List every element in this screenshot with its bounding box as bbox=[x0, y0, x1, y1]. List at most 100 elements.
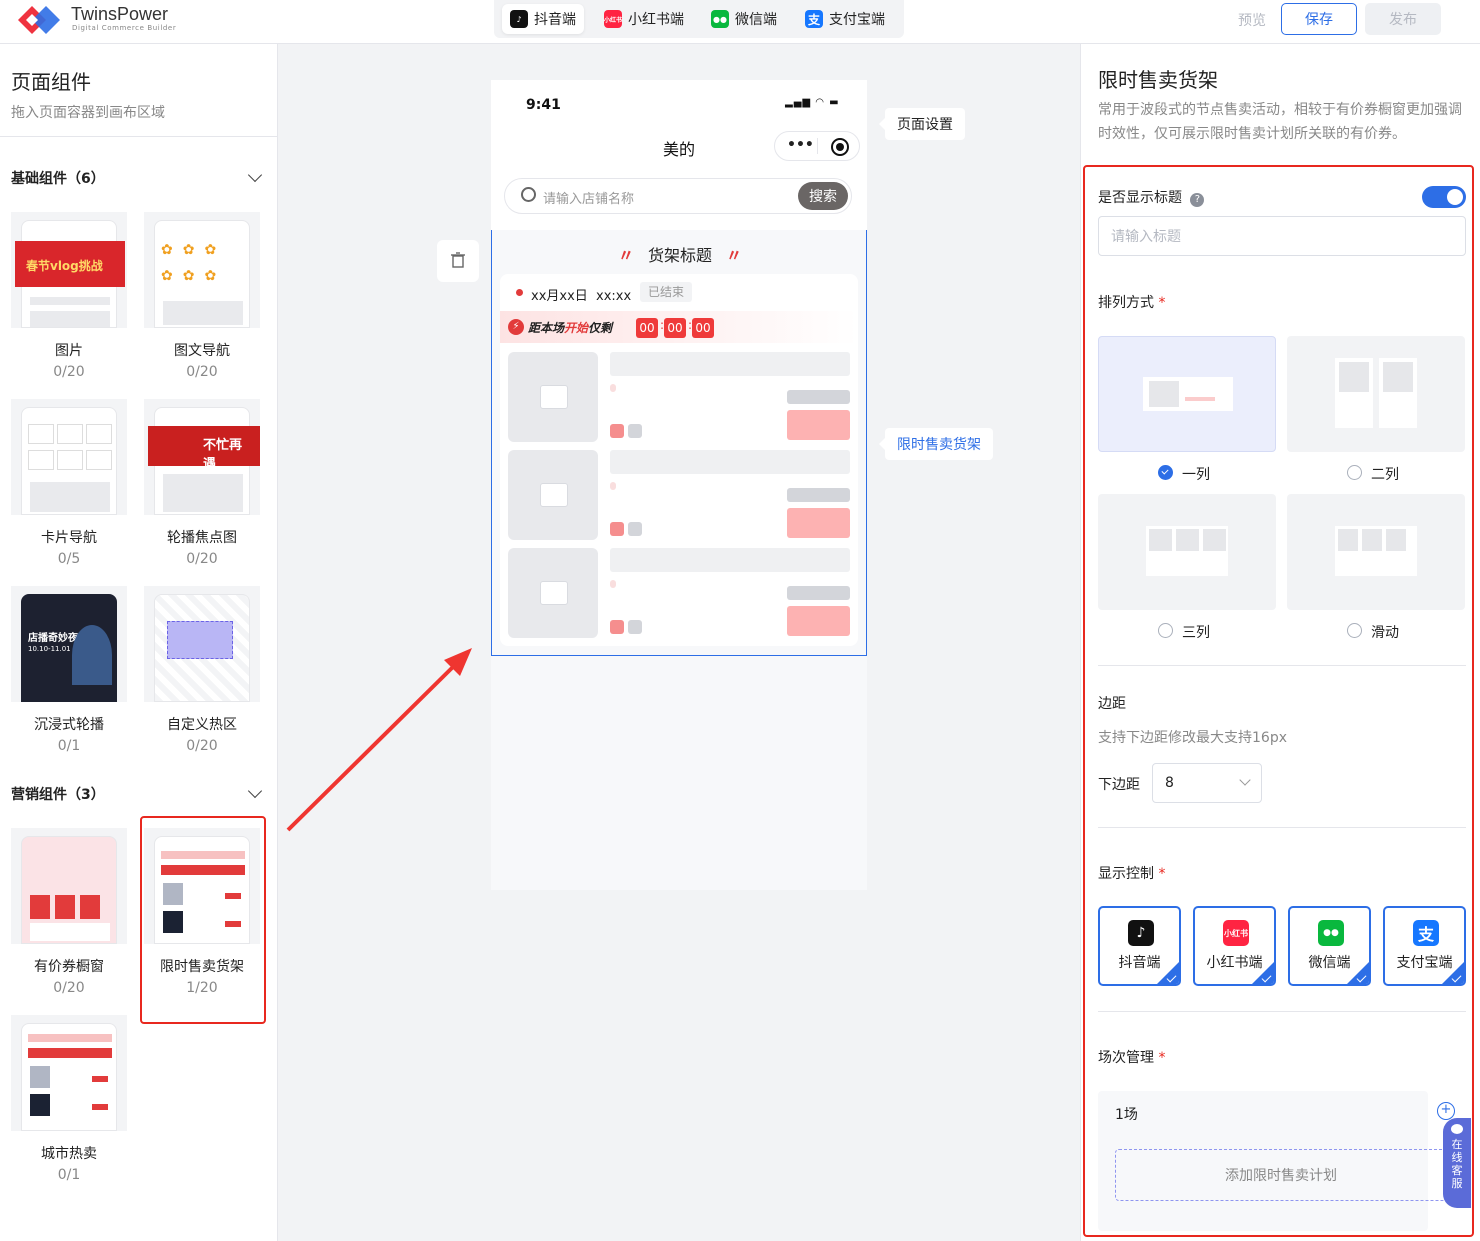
bottom-margin-label: 下边距 bbox=[1098, 777, 1140, 793]
nav-icons-graphic: ✿✿✿ ✿✿✿ bbox=[161, 242, 227, 284]
twinspower-logo-icon bbox=[18, 6, 60, 34]
countdown-bar: ⚡ 距本场开始仅剩 00 : 00 : 00 bbox=[500, 311, 858, 343]
placeholder-bar bbox=[163, 301, 243, 325]
xiaohongshu-icon: 小红书 bbox=[604, 10, 622, 28]
tab-label: 小红书端 bbox=[628, 12, 684, 28]
tab-alipay[interactable]: 支 支付宝端 bbox=[797, 4, 893, 34]
card-graphic bbox=[28, 424, 54, 444]
panel-title: 页面组件 bbox=[11, 70, 91, 94]
layout-option-one-column[interactable] bbox=[1098, 336, 1276, 452]
close-target-icon[interactable] bbox=[831, 138, 849, 156]
thumb-phone-frame bbox=[21, 836, 117, 944]
component-card-immersive[interactable]: 店播奇妙夜 10.10-11.01 bbox=[11, 586, 127, 702]
component-card-card-nav[interactable] bbox=[11, 399, 127, 515]
placeholder-bar bbox=[30, 923, 110, 941]
countdown-seconds: 00 bbox=[692, 318, 714, 338]
help-icon[interactable]: ? bbox=[1190, 193, 1205, 207]
title-input[interactable] bbox=[1098, 216, 1466, 256]
show-title-toggle[interactable] bbox=[1422, 186, 1466, 208]
flash-sale-shelf[interactable]: 〃货架标题〃 xx月xx日 xx:xx 已结束 ⚡ 距本场开始仅剩 00 : 0… bbox=[491, 230, 867, 656]
search-button[interactable]: 搜索 bbox=[798, 182, 848, 210]
delete-component-button[interactable] bbox=[437, 240, 479, 282]
bottom-margin-select[interactable]: 8 bbox=[1152, 763, 1262, 803]
display-control-label: 显示控制 * bbox=[1098, 863, 1165, 883]
tag-placeholder bbox=[610, 482, 616, 490]
chevron-down-icon bbox=[1239, 774, 1251, 786]
online-service-button[interactable]: 在线客服 bbox=[1443, 1118, 1471, 1208]
component-count: 0/1 bbox=[57, 738, 81, 754]
city-graphic bbox=[28, 1034, 112, 1042]
add-session-icon[interactable]: + bbox=[1437, 1102, 1455, 1120]
tag-placeholder bbox=[610, 620, 624, 634]
mini-program-capsule[interactable]: ••• bbox=[774, 131, 860, 161]
lightning-icon: ⚡ bbox=[508, 319, 524, 335]
shelf-title: 货架标题 bbox=[647, 246, 712, 265]
wechat-icon: ●● bbox=[711, 10, 729, 28]
tag-placeholder bbox=[610, 580, 616, 588]
publish-button[interactable]: 发布 bbox=[1365, 3, 1441, 35]
required-mark: * bbox=[1158, 295, 1166, 311]
shop-search-bar[interactable]: 请输入店铺名称 搜索 bbox=[504, 178, 852, 214]
immersive-title: 店播奇妙夜 bbox=[28, 633, 78, 644]
price-placeholder bbox=[787, 488, 850, 502]
buy-button-placeholder bbox=[787, 508, 850, 538]
layout-graphic bbox=[1362, 529, 1382, 551]
component-panel: 页面组件 拖入页面容器到画布区域 基础组件（6） 春节vlog挑战 图片 0/2… bbox=[0, 44, 278, 1241]
placeholder-bar bbox=[30, 297, 110, 305]
panel-subtitle: 拖入页面容器到画布区域 bbox=[11, 105, 165, 121]
preview-button[interactable]: 预览 bbox=[1238, 10, 1266, 30]
thumb-phone-frame bbox=[154, 594, 250, 702]
product-image-placeholder bbox=[508, 352, 598, 442]
save-button[interactable]: 保存 bbox=[1281, 3, 1357, 35]
radio-three-column[interactable] bbox=[1158, 623, 1173, 638]
radio-scroll[interactable] bbox=[1347, 623, 1362, 638]
properties-panel: 限时售卖货架 常用于波段式的节点售卖活动，相较于有价券橱窗更加强调时效性，仅可展… bbox=[1080, 44, 1480, 1241]
thumb-phone-frame: 店播奇妙夜 10.10-11.01 bbox=[21, 594, 117, 702]
component-card-hotspot[interactable] bbox=[144, 586, 260, 702]
session-status-badge: 已结束 bbox=[640, 282, 693, 302]
component-card-city-hot[interactable] bbox=[11, 1015, 127, 1131]
douyin-icon: ♪ bbox=[510, 10, 528, 28]
component-card-image-nav[interactable]: ✿✿✿ ✿✿✿ bbox=[144, 212, 260, 328]
highlight-box bbox=[1083, 165, 1474, 1237]
tab-label: 抖音端 bbox=[534, 12, 576, 28]
display-checkbox-xiaohongshu[interactable]: 小红书 小红书端 bbox=[1193, 906, 1276, 986]
more-icon[interactable]: ••• bbox=[787, 137, 814, 153]
component-card-image[interactable]: 春节vlog挑战 bbox=[11, 212, 127, 328]
layout-option-two-column[interactable] bbox=[1287, 336, 1465, 452]
component-tip[interactable]: 限时售卖货架 bbox=[879, 428, 993, 460]
show-title-label: 是否显示标题 ? bbox=[1098, 187, 1205, 207]
price-placeholder bbox=[787, 586, 850, 600]
card-graphic bbox=[57, 424, 83, 444]
tab-douyin[interactable]: ♪ 抖音端 bbox=[502, 4, 584, 34]
display-checkbox-wechat[interactable]: ●● 微信端 bbox=[1288, 906, 1371, 986]
component-count: 0/20 bbox=[186, 738, 218, 754]
component-name: 有价券橱窗 bbox=[34, 959, 104, 975]
tab-wechat[interactable]: ●● 微信端 bbox=[703, 4, 785, 34]
arrange-text: 排列方式 bbox=[1098, 295, 1154, 311]
display-checkbox-alipay[interactable]: 支 支付宝端 bbox=[1383, 906, 1466, 986]
product-title-placeholder bbox=[610, 450, 850, 474]
countdown-minutes: 00 bbox=[664, 318, 686, 338]
thumb-phone-frame: 不忙再遇 bbox=[148, 407, 260, 515]
layout-option-three-column[interactable] bbox=[1098, 494, 1276, 610]
component-count: 0/20 bbox=[186, 551, 218, 567]
add-flash-sale-plan-button[interactable]: 添加限时售卖计划 bbox=[1115, 1149, 1447, 1201]
radio-two-column[interactable] bbox=[1347, 465, 1362, 480]
layout-option-scroll[interactable] bbox=[1287, 494, 1465, 610]
status-time: 9:41 bbox=[526, 97, 561, 113]
product-image-placeholder bbox=[508, 450, 598, 540]
chevron-down-icon[interactable] bbox=[247, 167, 263, 183]
radio-one-column[interactable] bbox=[1158, 465, 1173, 480]
shelf-title-row: 〃货架标题〃 bbox=[492, 242, 868, 266]
tab-xiaohongshu[interactable]: 小红书 小红书端 bbox=[596, 4, 692, 34]
buy-button-placeholder bbox=[787, 606, 850, 636]
component-card-carousel[interactable]: 不忙再遇 bbox=[144, 399, 260, 515]
component-card-coupon[interactable] bbox=[11, 828, 127, 944]
chevron-down-icon[interactable] bbox=[247, 783, 263, 799]
page-settings-tip[interactable]: 页面设置 bbox=[879, 108, 965, 140]
alipay-icon: 支 bbox=[805, 10, 823, 28]
phone-header[interactable]: 9:41 ▂▄▆ ◠ ▬ 美的 ••• 请输入店铺名称 搜索 bbox=[491, 80, 867, 230]
component-count: 0/20 bbox=[186, 364, 218, 380]
display-checkbox-douyin[interactable]: ♪ 抖音端 bbox=[1098, 906, 1181, 986]
